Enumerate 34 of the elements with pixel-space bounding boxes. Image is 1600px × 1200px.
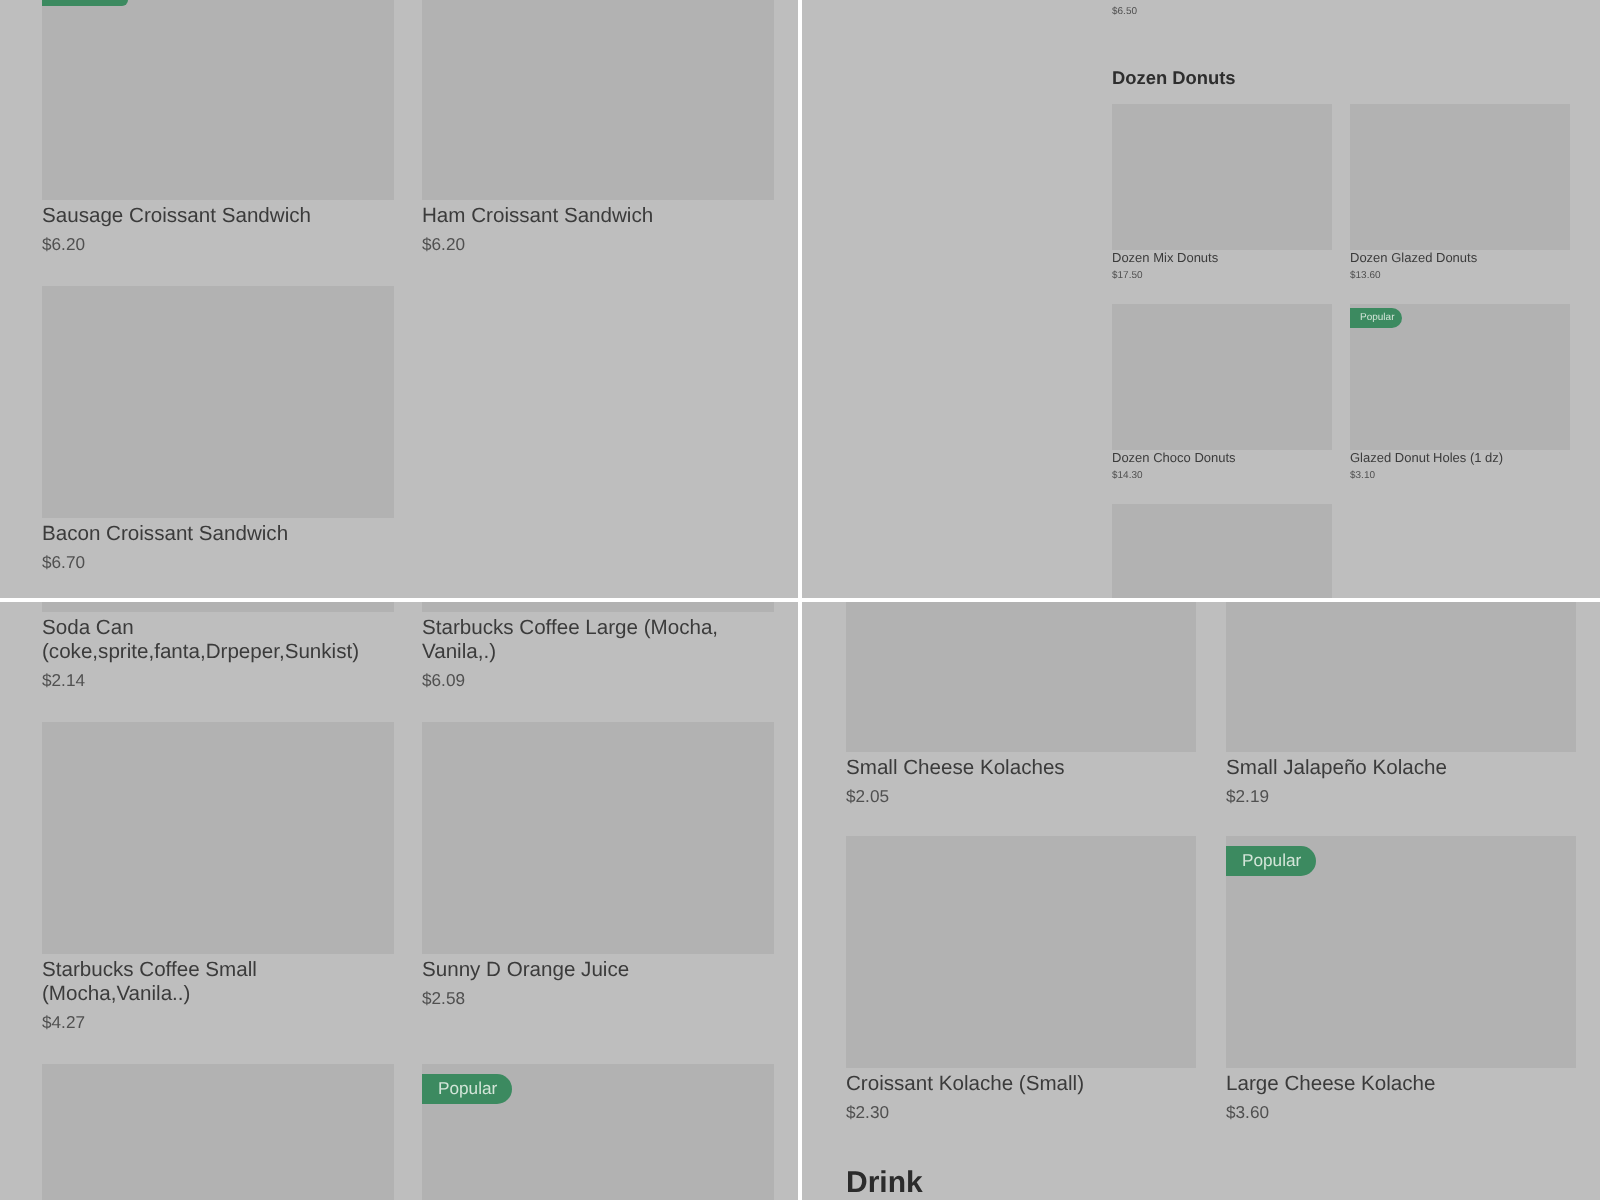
item-name[interactable]: Small Cheese Kolaches (846, 758, 1196, 782)
item-price: $4.27 (42, 1010, 88, 1034)
section-heading: Drink (846, 1168, 923, 1200)
item-name[interactable]: Croissant Kolache (Small) (846, 1074, 1196, 1098)
photo-placeholder[interactable]: Popular (422, 1064, 774, 1200)
item-price: $2.14 (42, 668, 88, 692)
photo-placeholder[interactable] (42, 0, 394, 200)
item-price: $6.70 (42, 550, 88, 574)
item-name[interactable]: Small Jalapeño Kolache (1226, 758, 1576, 782)
photo-placeholder[interactable] (846, 602, 1196, 752)
popular-badge: Popular (1226, 846, 1316, 876)
section-heading: Dozen Donuts (1112, 66, 1236, 90)
popular-badge: Popular (422, 1074, 512, 1104)
photo-placeholder[interactable] (1112, 504, 1332, 598)
item-name[interactable]: Large Cheese Kolache (1226, 1074, 1576, 1098)
item-price: $3.60 (1226, 1100, 1272, 1124)
photo-placeholder[interactable] (42, 602, 394, 612)
item-price: $6.20 (422, 232, 468, 256)
item-price: $2.05 (846, 784, 892, 808)
item-name[interactable]: Bacon Croissant Sandwich (42, 524, 394, 548)
photo-placeholder[interactable] (422, 602, 774, 612)
item-name[interactable]: Starbucks Coffee Small (Mocha,Vanila..) (42, 960, 394, 1008)
item-name[interactable]: Sunny D Orange Juice (422, 960, 774, 984)
item-price: $2.19 (1226, 784, 1272, 808)
photo-placeholder[interactable]: Popular (1226, 836, 1576, 1068)
item-price: $2.58 (422, 986, 468, 1010)
item-price: $6.20 (42, 232, 88, 256)
item-price: $2.30 (846, 1100, 892, 1124)
item-name[interactable]: Sausage Croissant Sandwich (42, 206, 394, 230)
photo-placeholder[interactable] (1226, 602, 1576, 752)
item-price: $6.09 (422, 668, 468, 692)
item-name[interactable]: Ham Croissant Sandwich (422, 206, 774, 230)
item-name[interactable]: Starbucks Coffee Large (Mocha, Vanila,.) (422, 618, 774, 666)
item-name[interactable]: Soda Can (coke,sprite,fanta,Drpeper,Sunkist) (42, 618, 394, 666)
